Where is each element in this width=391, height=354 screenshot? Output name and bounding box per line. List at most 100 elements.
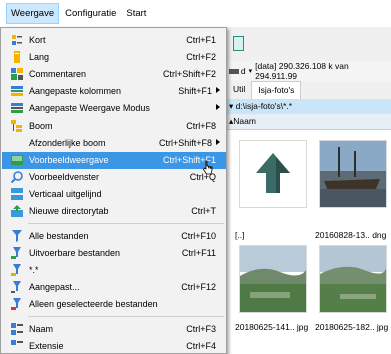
menu-item-shortcut: Ctrl+F1 — [186, 35, 216, 45]
image-thumb[interactable] — [239, 245, 307, 313]
chevron-down-icon[interactable]: ▾ — [249, 67, 253, 75]
image-thumb[interactable] — [319, 140, 387, 208]
tab-isja-fotos[interactable]: Isja-foto's — [251, 81, 302, 99]
menu-item-label: *.* — [29, 265, 39, 275]
menu-item-label: Alle bestanden — [29, 231, 89, 241]
menu-item-label: Commentaren — [29, 69, 87, 79]
custom-filter-icon — [11, 281, 21, 293]
notepad-icon[interactable] — [233, 36, 244, 51]
submenu-arrow-icon — [216, 104, 220, 110]
weergave-dropdown-menu: Kort Ctrl+F1 Lang Ctrl+F2 Commentaren Ct… — [0, 27, 227, 354]
column-name-label: Naam — [233, 116, 256, 126]
menu-item-label: Aangepast... — [29, 282, 80, 292]
menu-item-uitvoerbare-bestanden[interactable]: Uitvoerbare bestanden Ctrl+F11 — [2, 245, 226, 262]
menu-item-extensie[interactable]: Extensie Ctrl+F4 — [2, 338, 226, 353]
menu-item-naam[interactable]: Naam Ctrl+F3 — [2, 321, 226, 338]
image-thumb[interactable] — [319, 245, 387, 313]
menu-item-alleen-geselecteerde-bestanden[interactable]: Alleen geselecteerde bestanden — [2, 296, 226, 313]
thumb-label: 20160828-13.. dng — [315, 230, 387, 240]
thumb-label: 20180625-141.. jpg — [235, 322, 309, 332]
menu-item-label: Afzonderlijke boom — [29, 138, 106, 148]
thumb-label: [..] — [235, 230, 245, 240]
up-arrow-icon — [256, 153, 290, 193]
menu-item-label: Lang — [29, 52, 50, 62]
file-panel: d ▾ [data] 290.326.108 k van 294.911.99 … — [227, 27, 391, 354]
menu-item-voorbeeldweergave[interactable]: Voorbeeldweergave Ctrl+Shift+F1 — [2, 152, 226, 169]
menu-item-label: Voorbeeldvenster — [29, 172, 100, 182]
menu-item-nieuwe-directorytab[interactable]: Nieuwe directorytab Ctrl+T — [2, 203, 226, 220]
custom-columns-icon — [11, 86, 23, 96]
menu-item-verticaal-uitgelijnd[interactable]: Verticaal uitgelijnd — [2, 186, 226, 203]
mouse-cursor-icon — [203, 160, 213, 175]
menu-item-aangepaste-weergave-modus[interactable]: Aangepaste Weergave Modus — [2, 100, 226, 117]
menu-item-label: Verticaal uitgelijnd — [29, 189, 102, 199]
menu-item-shortcut: Ctrl+T — [191, 206, 216, 216]
menu-separator — [28, 316, 224, 317]
menu-item-label: Boom — [29, 121, 53, 131]
new-tab-icon — [11, 205, 23, 217]
menu-item-kort[interactable]: Kort Ctrl+F1 — [2, 32, 226, 49]
selected-files-icon — [11, 298, 21, 310]
menu-item-label: Kort — [29, 35, 46, 45]
directory-tabs: Util Isja-foto's — [227, 81, 391, 99]
long-view-icon — [14, 51, 20, 63]
column-header-name[interactable]: ▴Naam — [227, 114, 391, 130]
preview-window-icon — [11, 171, 23, 183]
current-path: ▾ d:\isja-foto's\*.* — [227, 99, 391, 114]
executables-icon — [11, 247, 21, 259]
chevron-down-icon: ▾ — [229, 101, 234, 111]
menu-item-lang[interactable]: Lang Ctrl+F2 — [2, 49, 226, 66]
menu-item-alle-bestanden[interactable]: Alle bestanden Ctrl+F10 — [2, 228, 226, 245]
comments-icon — [11, 68, 23, 80]
thumb-label: 20180625-182.. jpg — [315, 322, 389, 332]
menu-configuratie[interactable]: Configuratie — [61, 4, 120, 23]
menu-start[interactable]: Start — [122, 4, 150, 23]
menu-item-label: Naam — [29, 324, 54, 334]
menu-item-shortcut: Ctrl+F10 — [181, 231, 216, 241]
menu-item-voorbeeldvenster[interactable]: Voorbeeldvenster Ctrl+Q — [2, 169, 226, 186]
menu-item-shortcut: Ctrl+F8 — [186, 121, 216, 131]
menu-item-boom[interactable]: Boom Ctrl+F8 — [2, 118, 226, 135]
parent-dir-thumb[interactable] — [239, 140, 307, 208]
sort-extension-icon — [11, 340, 23, 345]
tree-icon — [11, 120, 22, 132]
menu-item-shortcut: Ctrl+Shift+F2 — [162, 69, 216, 79]
menu-item-shortcut: Ctrl+Shift+F8 — [158, 138, 212, 148]
menu-item-shortcut: Ctrl+F11 — [181, 248, 216, 258]
menu-bar: Weergave Configuratie Start — [0, 0, 391, 27]
wildcard-icon — [11, 264, 21, 276]
menu-item-label: Aangepaste kolommen — [29, 86, 122, 96]
menu-item-afzonderlijke-boom[interactable]: Afzonderlijke boom Ctrl+Shift+F8 — [2, 135, 226, 152]
menu-item-shortcut: Ctrl+F3 — [186, 324, 216, 334]
short-view-icon — [12, 35, 22, 45]
drive-icon[interactable] — [229, 68, 239, 74]
menu-item-label: Nieuwe directorytab — [29, 206, 109, 216]
menu-item-commentaren[interactable]: Commentaren Ctrl+Shift+F2 — [2, 66, 226, 83]
drive-bar: d ▾ [data] 290.326.108 k van 294.911.99 — [227, 61, 391, 81]
menu-item-shortcut: Ctrl+F2 — [186, 52, 216, 62]
drive-info: [data] 290.326.108 k van 294.911.99 — [255, 61, 349, 81]
current-path-text: d:\isja-foto's\*.* — [235, 101, 293, 111]
thumbnail-view-icon — [11, 155, 23, 165]
vertical-align-icon — [11, 188, 23, 200]
menu-item-shortcut: Ctrl+F4 — [186, 341, 216, 351]
all-files-icon — [12, 230, 22, 242]
menu-item-shortcut: Ctrl+F12 — [181, 282, 216, 292]
menu-item-label: Alleen geselecteerde bestanden — [29, 299, 158, 309]
menu-item-label: Uitvoerbare bestanden — [29, 248, 121, 258]
menu-item-label: Aangepaste Weergave Modus — [29, 103, 150, 113]
menu-item-wildcard[interactable]: *.* — [2, 262, 226, 279]
photo-icon — [240, 246, 306, 312]
photo-icon — [320, 141, 386, 207]
menu-weergave[interactable]: Weergave — [6, 3, 60, 24]
sort-name-icon — [11, 323, 23, 335]
menu-item-aangepast[interactable]: Aangepast... Ctrl+F12 — [2, 279, 226, 296]
toolbar — [227, 27, 391, 61]
menu-item-shortcut: Shift+F1 — [178, 86, 212, 96]
submenu-arrow-icon — [216, 139, 220, 145]
drive-letter[interactable]: d — [241, 66, 246, 76]
tab-util[interactable]: Util — [227, 81, 251, 99]
menu-separator — [28, 223, 224, 224]
menu-item-aangepaste-kolommen[interactable]: Aangepaste kolommen Shift+F1 — [2, 83, 226, 100]
menu-item-label: Voorbeeldweergave — [29, 155, 109, 165]
